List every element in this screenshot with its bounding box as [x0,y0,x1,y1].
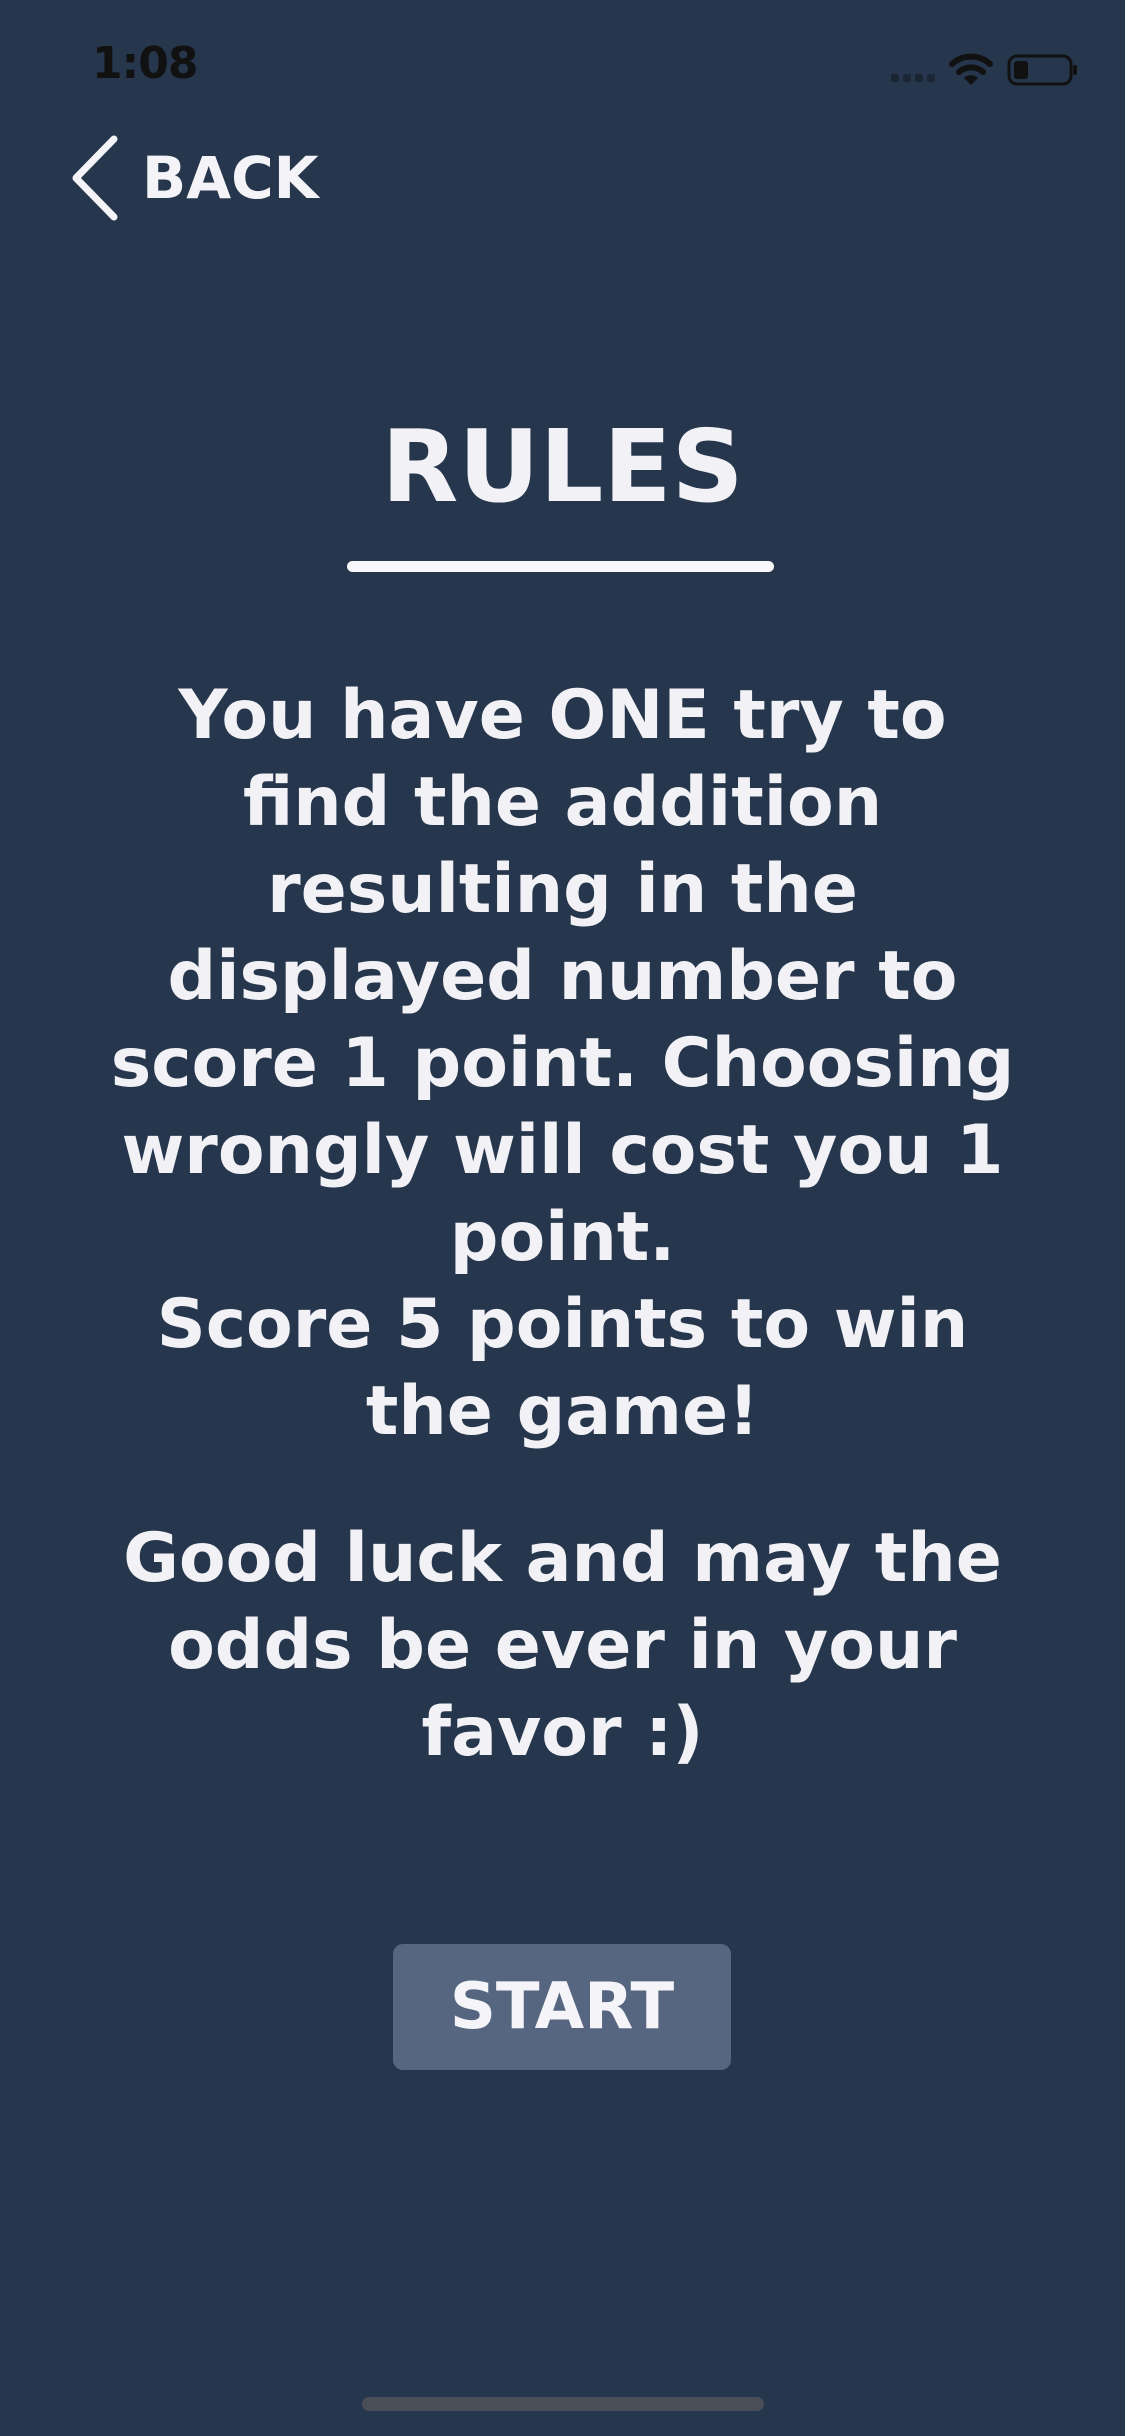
page-title: RULES [381,408,744,525]
good-luck-text: Good luck and may the odds be ever in yo… [123,1519,1002,1772]
back-button-label: BACK [142,144,319,212]
status-icons [891,50,1079,90]
rules-text: You have ONE try to find the addition re… [110,676,1015,1451]
status-time: 1:08 [92,38,198,89]
cellular-signal-icon [891,58,935,82]
wifi-icon [949,53,993,85]
chevron-left-icon [72,135,118,221]
title-underline [347,561,774,572]
status-bar: 1:08 [0,0,1125,132]
back-button[interactable]: BACK [70,130,319,226]
battery-icon [1007,54,1077,86]
home-indicator [362,2397,764,2411]
start-button[interactable]: START [393,1944,731,2070]
